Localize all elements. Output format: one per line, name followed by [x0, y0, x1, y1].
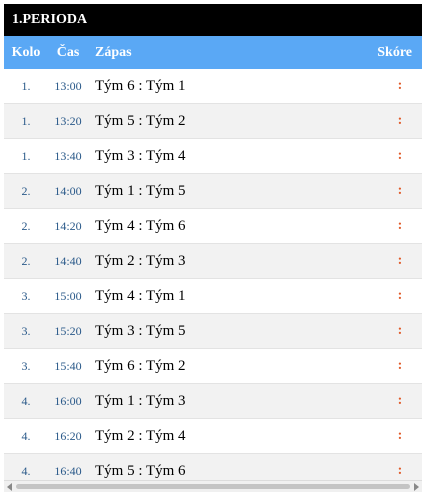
match-cell: Tým 5 : Tým 6	[95, 462, 186, 479]
table-row[interactable]: 1. 13:40 Tým 3 : Tým 4:	[4, 139, 422, 174]
match-cell: Tým 6 : Tým 1	[95, 77, 186, 94]
score-cell: :	[397, 183, 403, 198]
round-cell: 2.	[21, 253, 31, 268]
time-cell: 15:20	[54, 323, 82, 338]
score-cell: :	[397, 323, 403, 338]
table-row[interactable]: 2. 14:40 Tým 2 : Tým 3:	[4, 244, 422, 279]
match-cell: Tým 5 : Tým 2	[95, 112, 186, 129]
table-row[interactable]: 3. 15:20 Tým 3 : Tým 5:	[4, 314, 422, 349]
table-row[interactable]: 3. 15:00 Tým 4 : Tým 1:	[4, 279, 422, 314]
match-cell: Tým 3 : Tým 4	[95, 147, 186, 164]
round-cell: 3.	[21, 288, 31, 303]
score-cell: :	[397, 358, 403, 373]
round-cell: 3.	[21, 323, 31, 338]
round-cell: 1.	[21, 113, 31, 128]
table-row[interactable]: 1. 13:00 Tým 6 : Tým 1:	[4, 69, 422, 104]
match-cell: Tým 4 : Tým 6	[95, 217, 186, 234]
round-cell: 1.	[21, 78, 31, 93]
round-cell: 1.	[21, 148, 31, 163]
time-cell: 15:00	[54, 288, 82, 303]
round-cell: 2.	[21, 218, 31, 233]
score-cell: :	[397, 113, 403, 128]
match-cell: Tým 2 : Tým 4	[95, 427, 186, 444]
round-cell: 4.	[21, 463, 31, 478]
match-cell: Tým 6 : Tým 2	[95, 357, 186, 374]
table-row[interactable]: 2. 14:20 Tým 4 : Tým 6:	[4, 209, 422, 244]
scroll-right-arrow-icon[interactable]	[414, 483, 419, 491]
time-cell: 14:00	[54, 183, 82, 198]
time-cell: 13:20	[54, 113, 82, 128]
score-cell: :	[397, 393, 403, 408]
round-cell: 4.	[21, 393, 31, 408]
column-header-kolo[interactable]: Kolo	[4, 45, 48, 61]
table-row[interactable]: 1. 13:20 Tým 5 : Tým 2:	[4, 104, 422, 139]
scroll-left-arrow-icon[interactable]	[7, 483, 12, 491]
score-cell: :	[397, 78, 403, 93]
score-cell: :	[397, 428, 403, 443]
score-cell: :	[397, 253, 403, 268]
round-cell: 3.	[21, 358, 31, 373]
time-cell: 14:40	[54, 253, 82, 268]
round-cell: 4.	[21, 428, 31, 443]
score-cell: :	[397, 463, 403, 478]
period-title: 1.PERIODA	[4, 4, 422, 36]
score-cell: :	[397, 148, 403, 163]
column-header-cas[interactable]: Čas	[48, 45, 88, 61]
round-cell: 2.	[21, 183, 31, 198]
column-header-skore[interactable]: Skóre	[368, 45, 422, 61]
horizontal-scrollbar[interactable]	[4, 480, 422, 492]
match-cell: Tým 3 : Tým 5	[95, 322, 186, 339]
score-cell: :	[397, 288, 403, 303]
time-cell: 16:20	[54, 428, 82, 443]
table-row[interactable]: 3. 15:40 Tým 6 : Tým 2:	[4, 349, 422, 384]
scrollbar-thumb[interactable]	[16, 484, 410, 489]
match-cell: Tým 4 : Tým 1	[95, 287, 186, 304]
match-list: 1. 13:00 Tým 6 : Tým 1: 1. 13:20 Tým 5 : Tým …	[4, 69, 422, 489]
table-row[interactable]: 4. 16:00 Tým 1 : Tým 3:	[4, 384, 422, 419]
time-cell: 14:20	[54, 218, 82, 233]
column-header-zapas[interactable]: Zápas	[88, 45, 368, 61]
table-header: Kolo Čas Zápas Skóre	[4, 36, 422, 69]
time-cell: 13:40	[54, 148, 82, 163]
score-cell: :	[397, 218, 403, 233]
time-cell: 16:00	[54, 393, 82, 408]
match-cell: Tým 1 : Tým 5	[95, 182, 186, 199]
time-cell: 16:40	[54, 463, 82, 478]
time-cell: 13:00	[54, 78, 82, 93]
time-cell: 15:40	[54, 358, 82, 373]
match-cell: Tým 1 : Tým 3	[95, 392, 186, 409]
table-row[interactable]: 4. 16:20 Tým 2 : Tým 4:	[4, 419, 422, 454]
table-row[interactable]: 2. 14:00 Tým 1 : Tým 5:	[4, 174, 422, 209]
schedule-panel: 1.PERIODA Kolo Čas Zápas Skóre 1. 13:00 Tý…	[4, 4, 422, 492]
match-cell: Tým 2 : Tým 3	[95, 252, 186, 269]
